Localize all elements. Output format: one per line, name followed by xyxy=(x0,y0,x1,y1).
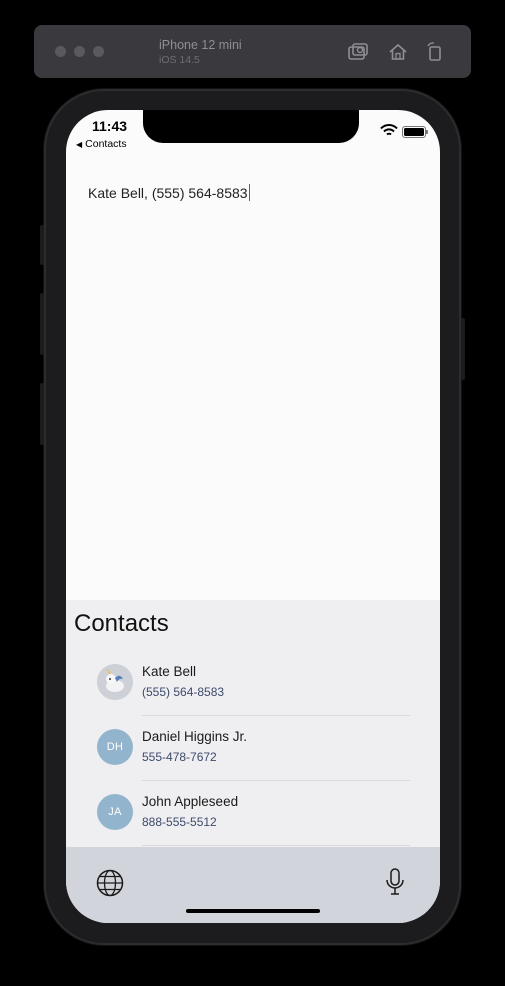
contact-name: Daniel Higgins Jr. xyxy=(142,729,248,744)
contact-photo-avatar xyxy=(97,664,133,700)
minimize-window-button[interactable] xyxy=(74,46,85,57)
back-label: Contacts xyxy=(85,138,127,150)
contacts-title: Contacts xyxy=(74,610,169,637)
screenshot-icon[interactable] xyxy=(347,41,369,63)
contact-phone: (555) 564-8583 xyxy=(142,685,225,699)
contact-name: John Appleseed xyxy=(142,794,239,809)
device-name: iPhone 12 mini xyxy=(159,38,242,52)
contact-row[interactable]: DH Daniel Higgins Jr. 555-478-7672 xyxy=(96,717,410,781)
mute-switch xyxy=(40,225,44,265)
battery-icon xyxy=(402,126,428,138)
row-separator xyxy=(142,845,410,846)
zoom-window-button[interactable] xyxy=(93,46,104,57)
microphone-icon[interactable] xyxy=(384,867,406,897)
row-separator xyxy=(142,780,410,781)
volume-down-button xyxy=(40,383,44,445)
status-time: 11:43 xyxy=(92,118,128,134)
contact-phone: 555-478-7672 xyxy=(142,750,217,764)
back-triangle-icon: ◀ xyxy=(76,140,83,149)
text-field[interactable]: Kate Bell, (555) 564-8583 xyxy=(88,184,250,201)
home-indicator[interactable] xyxy=(186,909,320,913)
contact-initials-avatar: DH xyxy=(97,729,133,765)
contacts-suggestions-panel: Contacts Kate Bell (555) 564-8583 DH Dan… xyxy=(66,600,440,847)
row-separator xyxy=(142,715,410,716)
contact-name: Kate Bell xyxy=(142,664,197,679)
contact-initials-avatar: JA xyxy=(97,794,133,830)
contact-row[interactable]: JA John Appleseed 888-555-5512 xyxy=(96,782,410,846)
device-screen: 11:43 ◀ Contacts Kate Bell, (555) 564-858… xyxy=(66,110,440,923)
home-icon[interactable] xyxy=(387,41,409,63)
close-window-button[interactable] xyxy=(55,46,66,57)
keyboard-bottom-bar xyxy=(66,847,440,923)
simulator-toolbar: iPhone 12 mini iOS 14.5 xyxy=(34,25,471,78)
side-button xyxy=(461,318,465,380)
unicorn-photo-icon xyxy=(97,664,133,700)
text-field-value: Kate Bell, (555) 564-8583 xyxy=(88,185,248,201)
rotate-icon[interactable] xyxy=(424,41,446,63)
notch xyxy=(143,110,359,143)
os-version: iOS 14.5 xyxy=(159,54,200,66)
text-cursor xyxy=(248,184,250,201)
contact-row[interactable]: Kate Bell (555) 564-8583 xyxy=(96,652,410,716)
volume-up-button xyxy=(40,293,44,355)
wifi-icon xyxy=(380,124,398,136)
back-to-contacts-link[interactable]: ◀ Contacts xyxy=(76,138,127,150)
contact-phone: 888-555-5512 xyxy=(142,815,217,829)
globe-icon[interactable] xyxy=(96,869,124,897)
